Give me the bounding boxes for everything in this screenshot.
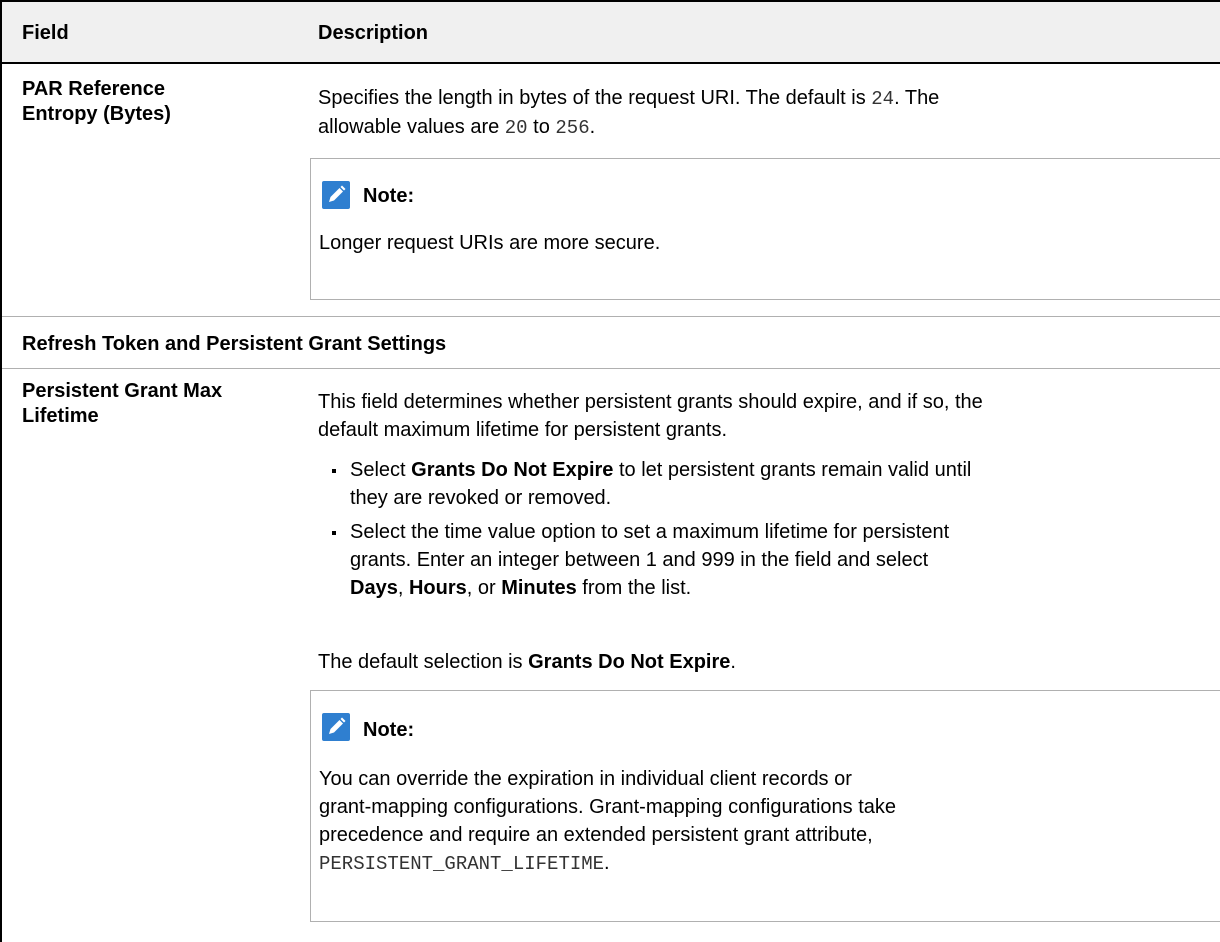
text-run: . xyxy=(604,852,610,874)
field-name-line: Entropy (Bytes) xyxy=(22,103,171,125)
field-name-par-reference: PAR Reference Entropy (Bytes) xyxy=(22,77,171,127)
list-item: Select Grants Do Not Expire to let persi… xyxy=(322,456,1212,512)
par-description: Specifies the length in bytes of the req… xyxy=(318,84,1208,142)
header-field: Field xyxy=(22,22,69,44)
text-run: , xyxy=(397,577,409,599)
text-run: , or xyxy=(466,577,502,599)
row-divider xyxy=(2,368,1220,369)
field-name-line: PAR Reference xyxy=(22,78,166,100)
attribute-table: Field Description PAR Reference Entropy … xyxy=(0,0,1220,942)
text-run: from the list. xyxy=(576,577,692,599)
unit-minutes: Minutes xyxy=(501,577,577,599)
text-run: The default selection is xyxy=(318,651,529,673)
text-run: This field determines whether persistent… xyxy=(318,391,983,413)
option-list: Select Grants Do Not Expire to let persi… xyxy=(322,456,1212,608)
option-name: Grants Do Not Expire xyxy=(411,459,614,481)
text-run: to let persistent grants remain valid un… xyxy=(613,459,972,481)
text-run: to xyxy=(527,116,556,138)
text-run: . The xyxy=(894,87,940,109)
list-item: Select the time value option to set a ma… xyxy=(322,518,1212,602)
field-name-persistent-grant-max-lifetime: Persistent Grant Max Lifetime xyxy=(22,379,222,429)
text-run: allowable values are xyxy=(318,116,505,138)
text-run: You can override the expiration in indiv… xyxy=(319,768,852,790)
text-run: Specifies the length in bytes of the req… xyxy=(318,87,872,109)
header-description: Description xyxy=(318,22,429,44)
text-run: . xyxy=(730,651,736,673)
text-run: . xyxy=(589,116,596,138)
field-name-line: Persistent Grant Max xyxy=(22,380,223,402)
text-run: they are revoked or removed. xyxy=(350,487,612,509)
text-run: precedence and require an extended persi… xyxy=(319,824,873,846)
section-heading: Refresh Token and Persistent Grant Setti… xyxy=(22,333,447,355)
text-run: grants. Enter an integer between 1 and 9… xyxy=(350,549,929,571)
code-default-value: 24 xyxy=(871,88,895,110)
note-label: Note: xyxy=(363,719,415,741)
code-attribute-name: PERSISTENT_GRANT_LIFETIME xyxy=(319,853,605,875)
note-text: Longer request URIs are more secure. xyxy=(319,232,661,254)
unit-hours: Hours xyxy=(408,577,467,599)
default-option-name: Grants Do Not Expire xyxy=(528,651,731,673)
code-min-value: 20 xyxy=(504,117,528,139)
note-box: Note: You can override the expiration in… xyxy=(310,690,1220,922)
default-selection-text: The default selection is Grants Do Not E… xyxy=(318,648,1208,676)
row-divider xyxy=(2,316,1220,317)
pencil-note-icon xyxy=(322,713,350,741)
grant-intro: This field determines whether persistent… xyxy=(318,388,1218,444)
unit-days: Days xyxy=(350,577,398,599)
code-max-value: 256 xyxy=(555,117,590,139)
bullet-marker xyxy=(332,469,336,473)
note-text: You can override the expiration in indiv… xyxy=(319,765,1209,878)
text-run: Select the time value option to set a ma… xyxy=(350,521,950,543)
pencil-note-icon xyxy=(322,181,350,209)
field-name-line: Lifetime xyxy=(22,405,99,427)
text-run: default maximum lifetime for persistent … xyxy=(318,419,728,441)
note-box: Note: Longer request URIs are more secur… xyxy=(310,158,1220,300)
text-run: Select xyxy=(350,459,412,481)
note-label: Note: xyxy=(363,185,415,207)
bullet-marker xyxy=(332,531,336,535)
table-header: Field Description xyxy=(2,2,1220,64)
text-run: grant-mapping configurations. Grant-mapp… xyxy=(319,796,896,818)
